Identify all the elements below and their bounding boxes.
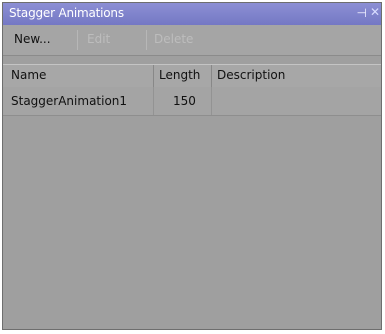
edit-button[interactable]: Edit [87, 32, 110, 46]
row-name-cell: StaggerAnimation1 [11, 94, 128, 108]
panel-title: Stagger Animations [9, 6, 124, 20]
cell-divider [211, 87, 212, 115]
row-length-cell: 150 [173, 94, 196, 108]
panel-titlebar: Stagger Animations ⊣ ✕ [3, 3, 381, 25]
stagger-animations-panel: Stagger Animations ⊣ ✕ New... Edit Delet… [2, 2, 382, 330]
delete-button[interactable]: Delete [154, 32, 193, 46]
toolbar: New... Edit Delete [3, 25, 381, 56]
cell-divider [153, 87, 154, 115]
column-divider[interactable] [153, 65, 154, 87]
column-header-length[interactable]: Length [159, 68, 200, 82]
close-icon[interactable]: ✕ [370, 5, 380, 19]
toolbar-separator [146, 30, 147, 50]
table-header: Name Length Description [3, 64, 381, 88]
pin-icon[interactable]: ⊣ [357, 6, 367, 20]
toolbar-separator [77, 30, 78, 50]
table-row[interactable]: StaggerAnimation1 150 [3, 87, 381, 116]
column-header-description[interactable]: Description [217, 68, 285, 82]
column-divider[interactable] [211, 65, 212, 87]
new-button[interactable]: New... [14, 32, 51, 46]
column-header-name[interactable]: Name [11, 68, 46, 82]
